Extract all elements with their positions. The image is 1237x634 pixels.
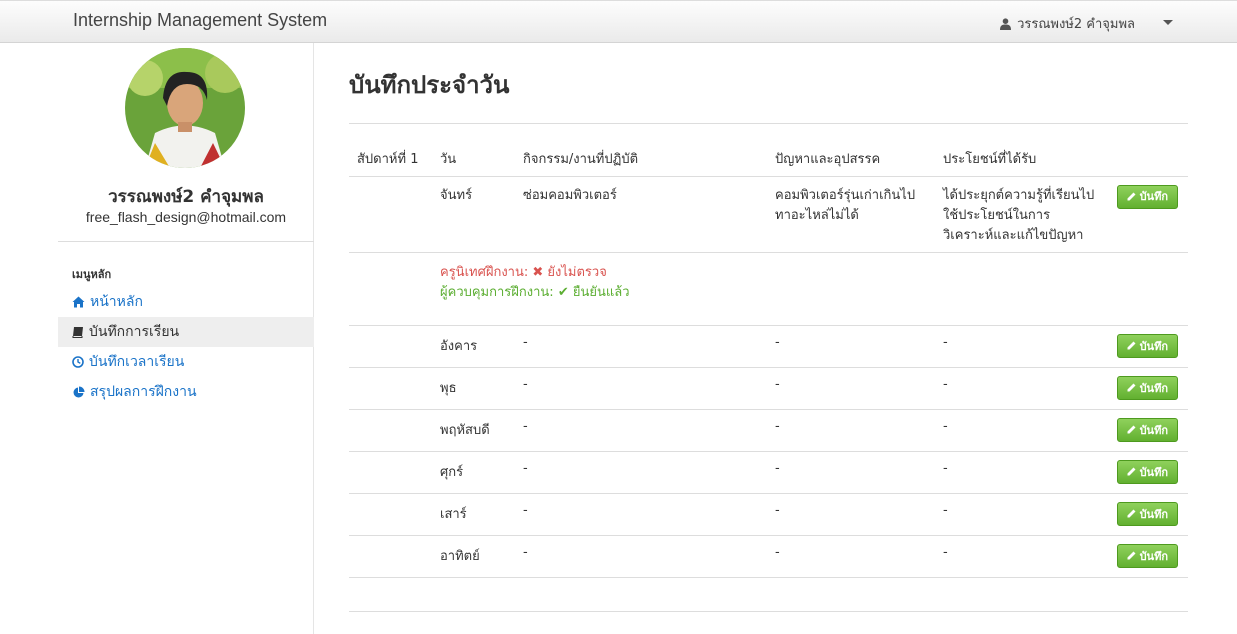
problem-cell: - (767, 493, 935, 536)
sidebar-menu: หน้าหลัก บันทึกการเรียน บันทึกเวลาเรียน … (58, 287, 314, 407)
save-button[interactable]: บันทึก (1116, 184, 1178, 209)
problem-cell: - (767, 451, 935, 494)
problem-cell: คอมพิวเตอร์รุ่นเก่าเกินไปทาอะไหล่ไม่ได้ (767, 176, 935, 253)
activity-cell: - (515, 493, 767, 536)
teacher-status: ครูนิเทศฝึกงาน: ✖ ยังไม่ตรวจ (440, 264, 607, 280)
check-icon: ✔ (557, 284, 569, 300)
divider (349, 123, 1188, 124)
benefit-cell: - (935, 409, 1105, 452)
pencil-icon (1127, 192, 1136, 201)
chevron-down-icon[interactable] (1163, 20, 1173, 25)
pencil-icon (1127, 383, 1136, 392)
user-icon (1000, 17, 1012, 30)
benefit-cell: - (935, 493, 1105, 536)
divider (349, 611, 1188, 612)
user-name: วรรณพงษ์2 คำจุมพล (1017, 17, 1135, 32)
save-button[interactable]: บันทึก (1116, 459, 1178, 484)
sidebar-item-label: บันทึกการเรียน (89, 324, 180, 340)
pencil-icon (1127, 425, 1136, 434)
table-row: อังคาร - - - บันทึก (349, 325, 1188, 368)
sidebar-item-time-log[interactable]: บันทึกเวลาเรียน (58, 347, 314, 377)
table-row: เสาร์ - - - บันทึก (349, 493, 1188, 536)
clock-icon (72, 356, 84, 368)
header-day: วัน (432, 140, 515, 177)
home-icon (72, 296, 85, 308)
problem-cell: - (767, 367, 935, 410)
sidebar-item-home[interactable]: หน้าหลัก (58, 287, 314, 317)
supervisor-status: ผู้ควบคุมการฝึกงาน: ✔ ยืนยันแล้ว (440, 284, 630, 300)
activity-cell: - (515, 409, 767, 452)
header-week: สัปดาห์ที่ 1 (349, 140, 432, 177)
sidebar-item-label: บันทึกเวลาเรียน (89, 354, 185, 370)
problem-cell: - (767, 325, 935, 368)
status-row: ครูนิเทศฝึกงาน: ✖ ยังไม่ตรวจ ผู้ควบคุมกา… (349, 252, 1188, 326)
save-button[interactable]: บันทึก (1116, 417, 1178, 442)
table-row: จันทร์ ซ่อมคอมพิวเตอร์ คอมพิวเตอร์รุ่นเก… (349, 176, 1188, 253)
activity-cell: - (515, 325, 767, 368)
benefit-cell: - (935, 325, 1105, 368)
pie-chart-icon (73, 386, 85, 397)
table-row: พฤหัสบดี - - - บันทึก (349, 409, 1188, 452)
day-cell: จันทร์ (432, 176, 515, 253)
brand-title[interactable]: Internship Management System (73, 10, 327, 31)
pencil-icon (1127, 509, 1136, 518)
problem-cell: - (767, 535, 935, 578)
problem-cell: - (767, 409, 935, 452)
benefit-cell: - (935, 451, 1105, 494)
save-button[interactable]: บันทึก (1116, 333, 1178, 358)
day-cell: เสาร์ (432, 493, 515, 536)
x-icon: ✖ (532, 264, 544, 280)
benefit-cell: - (935, 367, 1105, 410)
day-cell: ศุกร์ (432, 451, 515, 494)
pencil-icon (1127, 551, 1136, 560)
day-cell: อังคาร (432, 325, 515, 368)
save-button[interactable]: บันทึก (1116, 543, 1178, 568)
profile-email: free_flash_design@hotmail.com (85, 209, 287, 225)
day-cell: พุธ (432, 367, 515, 410)
page-title: บันทึกประจำวัน (349, 71, 510, 99)
pencil-icon (1127, 467, 1136, 476)
save-button[interactable]: บันทึก (1116, 375, 1178, 400)
table-row: อาทิตย์ - - - บันทึก (349, 535, 1188, 578)
profile-name: วรรณพงษ์2 คำจุมพล (108, 187, 264, 207)
pencil-icon (1127, 341, 1136, 350)
top-navbar: Internship Management System วรรณพงษ์2 ค… (0, 0, 1237, 43)
activity-cell: ซ่อมคอมพิวเตอร์ (515, 176, 767, 253)
header-benefit: ประโยชน์ที่ได้รับ (935, 140, 1105, 177)
daily-log-table: สัปดาห์ที่ 1 วัน กิจกรรม/งานที่ปฏิบัติ ป… (349, 140, 1188, 578)
activity-cell: - (515, 367, 767, 410)
benefit-cell: ได้ประยุกต์ความรู้ที่เรียนไปใช้ประโยชน์ใ… (935, 176, 1105, 253)
sidebar: วรรณพงษ์2 คำจุมพล free_flash_design@hotm… (58, 43, 314, 634)
day-cell: อาทิตย์ (432, 535, 515, 578)
header-action (1105, 140, 1188, 177)
table-header-row: สัปดาห์ที่ 1 วัน กิจกรรม/งานที่ปฏิบัติ ป… (349, 140, 1188, 177)
table-row: พุธ - - - บันทึก (349, 367, 1188, 410)
save-button[interactable]: บันทึก (1116, 501, 1178, 526)
menu-heading: เมนูหลัก (72, 268, 112, 281)
divider (58, 241, 314, 242)
day-cell: พฤหัสบดี (432, 409, 515, 452)
sidebar-item-label: หน้าหลัก (90, 294, 143, 310)
avatar (125, 48, 245, 168)
header-activity: กิจกรรม/งานที่ปฏิบัติ (515, 140, 767, 177)
book-icon (72, 327, 83, 338)
sidebar-item-summary[interactable]: สรุปผลการฝึกงาน (58, 377, 314, 407)
activity-cell: - (515, 451, 767, 494)
sidebar-item-study-log[interactable]: บันทึกการเรียน (58, 317, 314, 347)
benefit-cell: - (935, 535, 1105, 578)
activity-cell: - (515, 535, 767, 578)
table-row: ศุกร์ - - - บันทึก (349, 451, 1188, 494)
header-problem: ปัญหาและอุปสรรค (767, 140, 935, 177)
user-menu[interactable]: วรรณพงษ์2 คำจุมพล (1000, 13, 1135, 34)
sidebar-item-label: สรุปผลการฝึกงาน (90, 384, 197, 400)
